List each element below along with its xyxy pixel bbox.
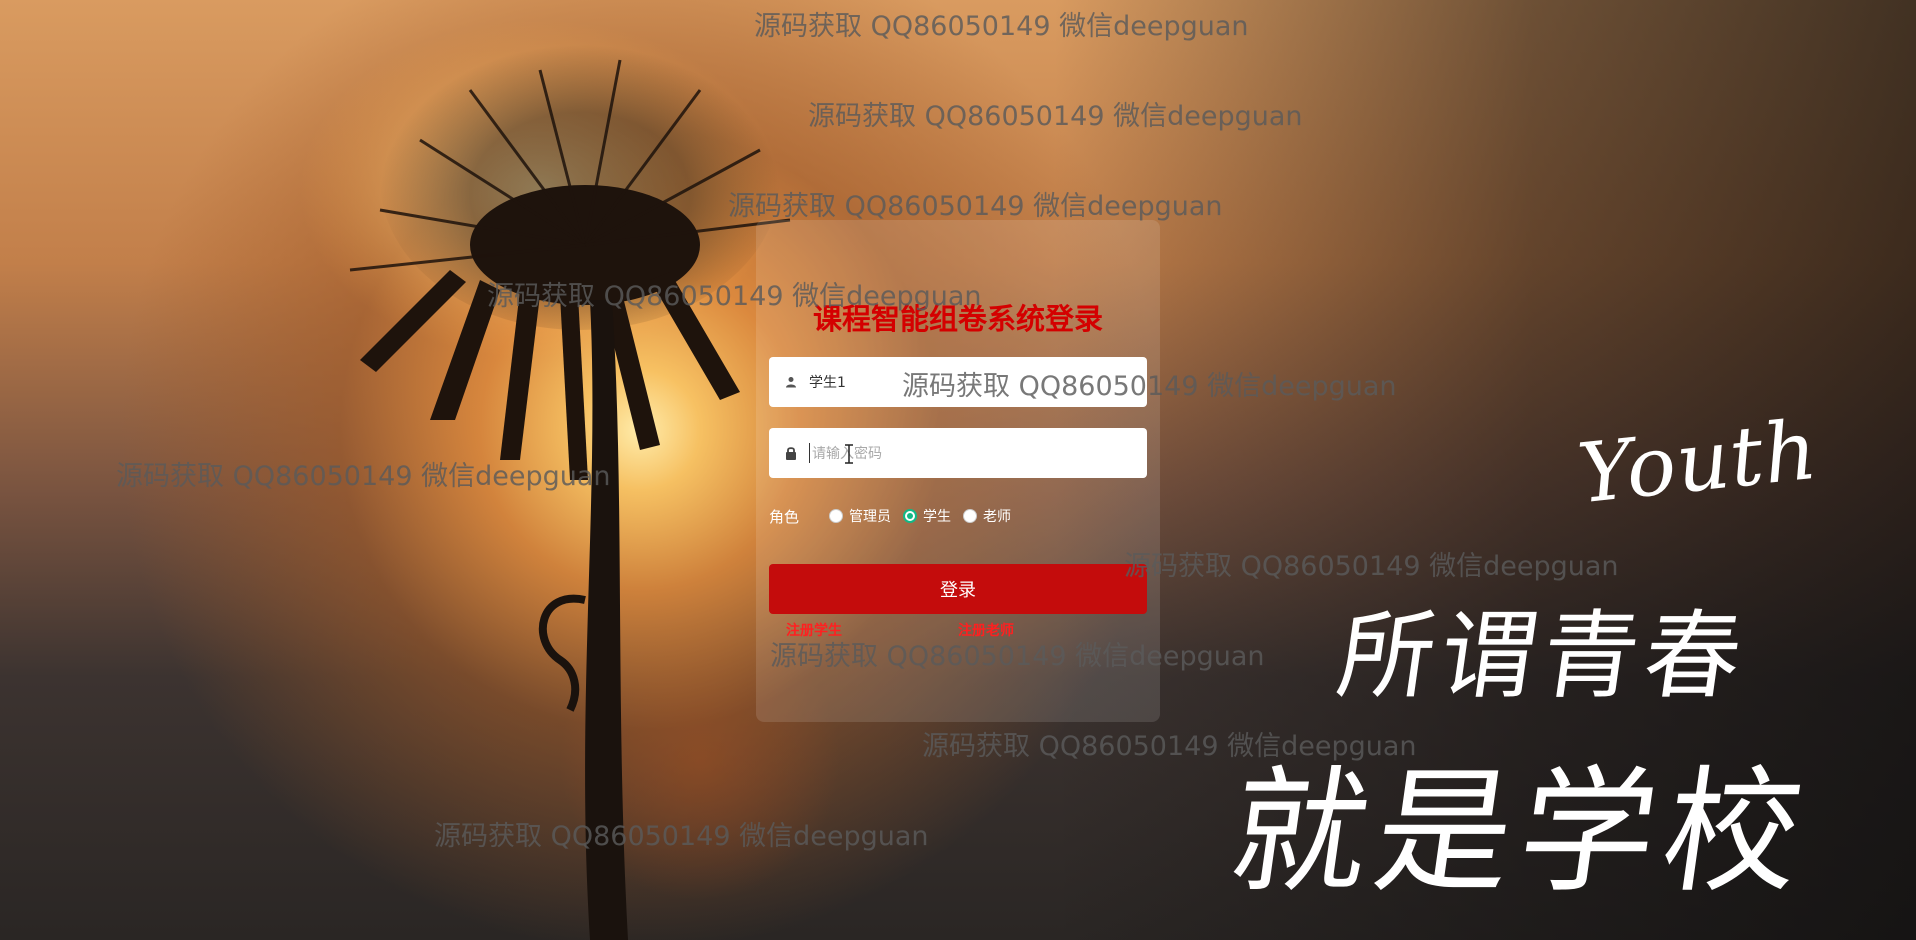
lock-icon xyxy=(781,443,801,463)
role-option-admin[interactable]: 管理员 xyxy=(829,506,891,526)
slogan-line-2: 就是学校 xyxy=(1221,754,1820,912)
role-option-student[interactable]: 学生 xyxy=(903,506,951,526)
login-button[interactable]: 登录 xyxy=(769,564,1147,614)
user-icon xyxy=(781,372,801,392)
username-field[interactable]: 学生1 xyxy=(769,357,1147,407)
login-page: Youth 所谓青春 就是学校 课程智能组卷系统登录 学生1 请输入密码 角色 … xyxy=(0,0,1916,940)
text-cursor-icon xyxy=(845,444,853,464)
role-option-label: 学生 xyxy=(923,509,952,525)
role-option-teacher[interactable]: 老师 xyxy=(963,506,1011,526)
login-title: 课程智能组卷系统登录 xyxy=(812,302,1103,336)
radio-teacher[interactable] xyxy=(963,509,978,523)
role-option-label: 管理员 xyxy=(849,509,892,525)
role-selector: 角色 管理员 学生 老师 xyxy=(769,504,1023,528)
register-student-link[interactable]: 注册学生 xyxy=(786,620,842,640)
role-label: 角色 xyxy=(769,507,800,526)
login-panel: 课程智能组卷系统登录 学生1 请输入密码 角色 管理员 学生 老师 登录 注册学… xyxy=(756,220,1160,722)
radio-student[interactable] xyxy=(903,509,918,523)
role-option-label: 老师 xyxy=(983,509,1012,525)
register-teacher-link[interactable]: 注册老师 xyxy=(958,620,1014,640)
password-field[interactable]: 请输入密码 xyxy=(769,428,1147,478)
username-value: 学生1 xyxy=(809,375,846,391)
slogan-line-1: 所谓青春 xyxy=(1330,600,1755,712)
radio-admin[interactable] xyxy=(829,509,844,523)
